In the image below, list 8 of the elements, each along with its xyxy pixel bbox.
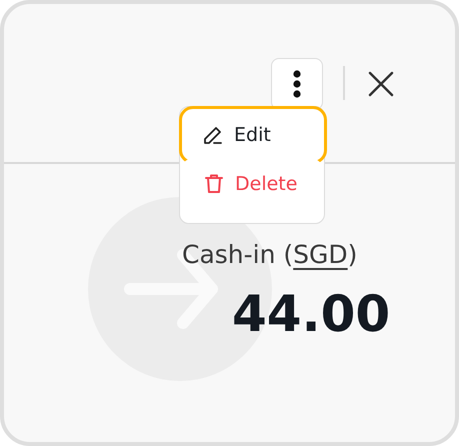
- more-button[interactable]: [271, 58, 323, 110]
- close-icon: [368, 71, 394, 97]
- more-icon: [293, 70, 301, 98]
- amount-text: 44.00: [232, 286, 390, 342]
- trash-icon: [203, 173, 225, 195]
- menu-item[interactable]: Edit: [179, 106, 327, 164]
- pencil-icon: [202, 124, 224, 146]
- transaction-label: Cash-in (SGD): [182, 240, 358, 268]
